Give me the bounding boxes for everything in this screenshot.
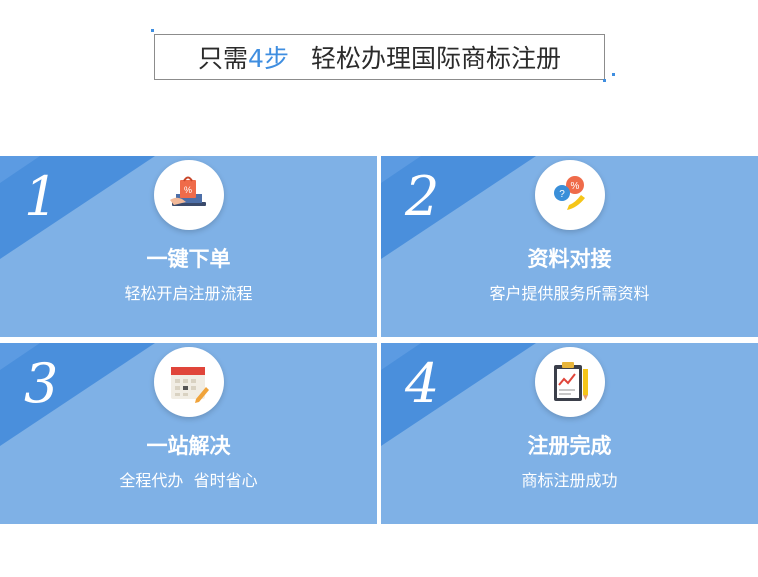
svg-text:%: % <box>183 185 191 195</box>
title-suffix: 轻松办理国际商标注册 <box>310 44 561 73</box>
corner-marker <box>151 29 154 32</box>
shopping-bag-laptop-icon: % <box>153 160 224 230</box>
step-card-1: 1 % 一键下单 轻松开启注册流程 <box>0 156 377 337</box>
svg-text:%: % <box>570 181 579 192</box>
step-number: 2 <box>405 165 440 228</box>
step-card-4: 4 注册完成 商标注册成功 <box>381 343 758 524</box>
step-title: 注册完成 <box>527 434 612 458</box>
page-title: 只需 4步 轻松办理国际商标注册 <box>154 34 605 80</box>
step-number: 3 <box>24 352 59 415</box>
step-number: 1 <box>24 165 59 228</box>
calendar-pencil-icon <box>153 347 224 417</box>
step-subtitle: 全程代办 省时省心 <box>119 471 258 490</box>
step-number: 4 <box>405 352 440 415</box>
clipboard-chart-icon <box>534 347 605 417</box>
svg-text:?: ? <box>559 189 565 200</box>
title-step-count: 4步 <box>248 44 289 73</box>
step-card-3: 3 一站解决 全程代办 省时省心 <box>0 343 377 524</box>
corner-marker <box>612 73 615 76</box>
step-card-2: 2 % ? 资料对接 客户提供服务所需资料 <box>381 156 758 337</box>
step-title: 一站解决 <box>146 434 231 458</box>
chat-phone-icon: % ? <box>534 160 605 230</box>
step-subtitle: 商标注册成功 <box>521 471 618 490</box>
step-title: 一键下单 <box>146 247 231 271</box>
step-subtitle: 轻松开启注册流程 <box>124 284 253 303</box>
title-prefix: 只需 <box>198 44 249 73</box>
corner-marker <box>603 79 606 82</box>
step-title: 资料对接 <box>527 247 612 271</box>
step-subtitle: 客户提供服务所需资料 <box>489 284 650 303</box>
